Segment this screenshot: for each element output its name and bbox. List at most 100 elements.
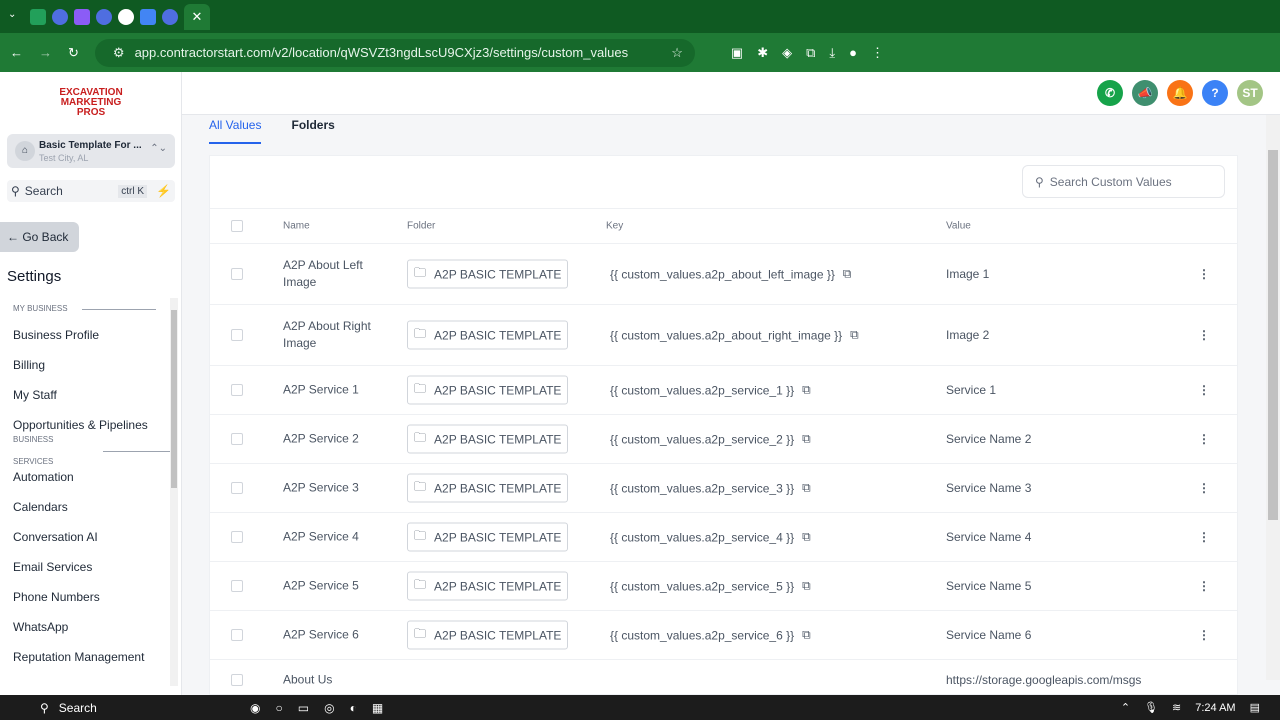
copy-icon[interactable]: ⧉ <box>802 432 811 447</box>
row-checkbox[interactable] <box>231 433 243 445</box>
row-menu-icon[interactable]: ⋮ <box>1198 383 1210 397</box>
download-icon[interactable]: ⤓ <box>829 45 835 61</box>
row-menu-icon[interactable]: ⋮ <box>1198 432 1210 446</box>
tab-chatgpt-icon[interactable] <box>118 8 134 25</box>
tab-app-icon[interactable] <box>96 8 112 25</box>
nav-item-billing[interactable]: Billing <box>0 350 170 380</box>
row-checkbox[interactable] <box>231 673 243 686</box>
extension-icon[interactable]: ◈ <box>782 45 792 61</box>
sidebar: EXCAVATION MARKETING PROS ⌂ Basic Templa… <box>0 72 182 695</box>
row-menu-icon[interactable]: ⋮ <box>1198 579 1210 593</box>
page-scrollbar[interactable] <box>1266 115 1280 680</box>
reload-icon[interactable]: ↻ <box>68 45 79 61</box>
copy-icon[interactable]: ⧉ <box>850 328 859 343</box>
wifi-icon[interactable]: ≋ <box>1172 701 1181 714</box>
copy-icon[interactable]: ⧉ <box>802 383 811 398</box>
tab-all-values[interactable]: All Values <box>209 118 262 144</box>
select-all-checkbox[interactable] <box>231 220 243 232</box>
copy-icon[interactable]: ⧉ <box>843 267 852 282</box>
copy-icon[interactable]: ⧉ <box>802 481 811 496</box>
extensions-bar: ▣ ✱ ◈ ⧉ ⤓ ● ⋮ <box>731 45 884 61</box>
folder-icon[interactable]: ▭ <box>298 701 309 715</box>
extensions-puzzle-icon[interactable]: ⧉ <box>806 45 815 61</box>
search-custom-values-input[interactable]: ⚲ Search Custom Values <box>1022 165 1225 198</box>
excel-icon[interactable]: ▦ <box>372 701 383 715</box>
microphone-icon[interactable]: 🎙 <box>1144 701 1158 714</box>
nav-item-reputation[interactable]: Reputation Management <box>0 642 170 672</box>
go-back-button[interactable]: ← Go Back <box>0 222 79 252</box>
row-checkbox[interactable] <box>231 482 243 494</box>
tab-app-icon[interactable] <box>162 8 178 25</box>
site-info-icon[interactable]: ⚙ <box>113 45 125 61</box>
tab-folders[interactable]: Folders <box>291 118 334 144</box>
announcement-icon[interactable]: 📣 <box>1132 80 1158 106</box>
nav-item-business-profile[interactable]: Business Profile <box>0 320 170 350</box>
row-menu-icon[interactable]: ⋮ <box>1198 267 1210 281</box>
notification-bell-icon[interactable]: 🔔 <box>1167 80 1193 106</box>
row-checkbox[interactable] <box>231 329 243 341</box>
row-menu-icon[interactable]: ⋮ <box>1198 328 1210 342</box>
tab-app-icon[interactable] <box>52 8 68 25</box>
bookmark-star-icon[interactable]: ☆ <box>671 45 683 61</box>
chrome-icon[interactable]: ◎ <box>324 701 334 715</box>
location-switcher[interactable]: ⌂ Basic Template For ... Test City, AL ⌃… <box>7 134 175 168</box>
tab-docs-icon[interactable] <box>140 8 156 25</box>
clock[interactable]: 7:24 AM <box>1195 702 1235 714</box>
taskbar-search[interactable]: ⚲ Search <box>0 701 195 715</box>
folder-badge[interactable]: 🗀 A2P BASIC TEMPLATE <box>407 620 569 650</box>
column-key[interactable]: Key <box>606 221 623 232</box>
phone-icon[interactable]: ✆ <box>1097 80 1123 106</box>
back-icon[interactable]: ← <box>10 45 23 60</box>
row-checkbox[interactable] <box>231 268 243 280</box>
cell-folder: A2P BASIC TEMPLATE <box>434 628 562 642</box>
folder-badge[interactable]: 🗀 A2P BASIC TEMPLATE <box>407 259 569 289</box>
extension-icon[interactable]: ▣ <box>731 45 743 61</box>
menu-icon[interactable]: ⋮ <box>871 45 884 61</box>
nav-item-calendars[interactable]: Calendars <box>0 492 170 522</box>
profile-icon[interactable]: ● <box>849 45 857 61</box>
help-button[interactable]: ? <box>1202 80 1228 106</box>
column-folder[interactable]: Folder <box>407 221 435 232</box>
nav-item-conversation-ai[interactable]: Conversation AI <box>0 522 170 552</box>
row-checkbox[interactable] <box>231 384 243 396</box>
sidebar-search[interactable]: ⚲ Search ctrl K ⚡ <box>7 180 175 202</box>
nav-item-my-staff[interactable]: My Staff <box>0 380 170 410</box>
tray-chevron-icon[interactable]: ⌃ <box>1121 701 1130 714</box>
folder-badge[interactable]: 🗀 A2P BASIC TEMPLATE <box>407 320 569 350</box>
company-logo[interactable]: EXCAVATION MARKETING PROS <box>58 88 124 118</box>
tab-feather-icon[interactable] <box>74 8 90 25</box>
tab-sheets-icon[interactable] <box>30 8 46 25</box>
row-menu-icon[interactable]: ⋮ <box>1198 628 1210 642</box>
notifications-icon[interactable]: ▤ <box>1250 701 1260 714</box>
row-checkbox[interactable] <box>231 580 243 592</box>
row-checkbox[interactable] <box>231 629 243 641</box>
column-name[interactable]: Name <box>283 218 393 235</box>
folder-badge[interactable]: 🗀 A2P BASIC TEMPLATE <box>407 522 569 552</box>
tab-list-icon[interactable]: ⌄ <box>8 9 24 25</box>
address-bar[interactable]: ⚙ app.contractorstart.com/v2/location/qWS… <box>94 38 695 67</box>
cell-value: Image 1 <box>946 267 990 281</box>
copy-icon[interactable]: ⧉ <box>802 579 811 594</box>
edge-icon[interactable]: ◐ <box>350 701 357 715</box>
row-menu-icon[interactable]: ⋮ <box>1198 481 1210 495</box>
row-menu-icon[interactable]: ⋮ <box>1198 530 1210 544</box>
extension-icon[interactable]: ✱ <box>757 45 768 61</box>
copy-icon[interactable]: ⧉ <box>802 628 811 643</box>
folder-badge[interactable]: 🗀 A2P BASIC TEMPLATE <box>407 571 569 601</box>
opera-icon[interactable]: ○ <box>275 701 282 715</box>
active-tab-close-icon[interactable]: ✕ <box>184 3 210 30</box>
nav-item-phone-numbers[interactable]: Phone Numbers <box>0 582 170 612</box>
column-value[interactable]: Value <box>946 221 971 232</box>
copy-icon[interactable]: ⧉ <box>802 530 811 545</box>
firefox-icon[interactable]: ◉ <box>250 701 260 715</box>
bolt-icon[interactable]: ⚡ <box>156 184 171 198</box>
nav-item-email-services[interactable]: Email Services <box>0 552 170 582</box>
user-avatar[interactable]: ST <box>1237 80 1263 106</box>
folder-badge[interactable]: 🗀 A2P BASIC TEMPLATE <box>407 473 569 503</box>
row-checkbox[interactable] <box>231 531 243 543</box>
folder-badge[interactable]: 🗀 A2P BASIC TEMPLATE <box>407 424 569 454</box>
sidebar-scrollbar[interactable] <box>170 298 178 686</box>
forward-icon[interactable]: → <box>39 45 52 60</box>
nav-item-whatsapp[interactable]: WhatsApp <box>0 612 170 642</box>
folder-badge[interactable]: 🗀 A2P BASIC TEMPLATE <box>407 375 569 405</box>
